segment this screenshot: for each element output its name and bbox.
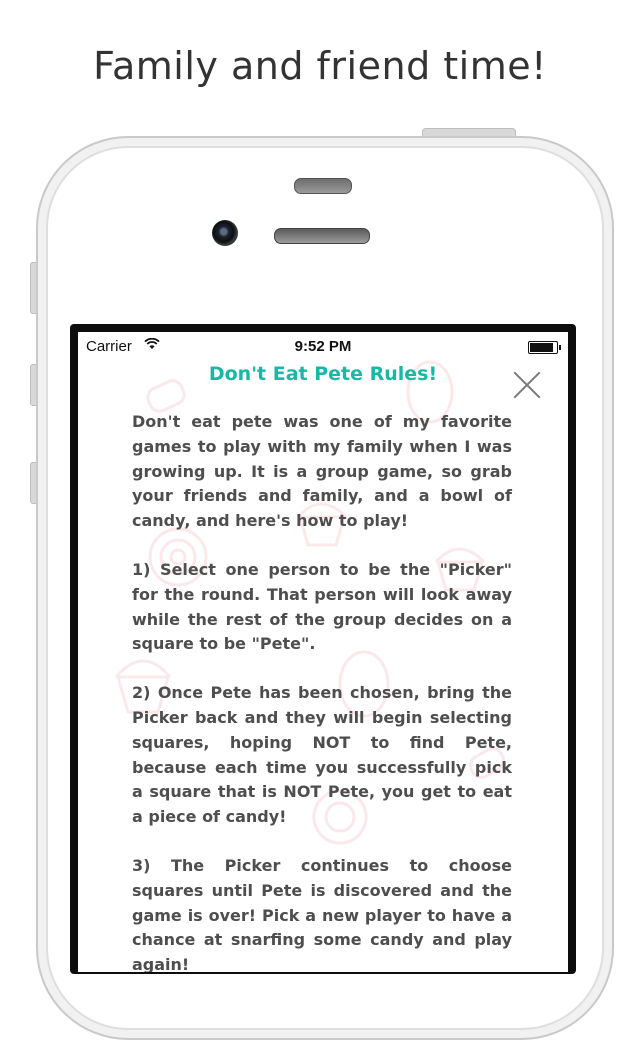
rules-text: Don't eat pete was one of my favorite ga… [132,410,512,972]
app-screen: Carrier 9:52 PM Don't Eat Pete Rules! Do… [78,332,568,972]
status-time: 9:52 PM [294,338,352,355]
battery-level [530,343,554,352]
rules-step-3: 3) The Picker continues to choose square… [132,855,512,972]
front-camera [212,220,238,246]
earpiece-speaker [274,228,370,244]
page-title: Don't Eat Pete Rules! [208,363,438,385]
battery-icon [528,341,561,354]
close-icon[interactable] [512,370,542,400]
status-bar: Carrier 9:52 PM [78,332,568,358]
rules-step-1: 1) Select one person to be the "Picker" … [132,559,512,654]
marketing-caption: Family and friend time! [93,44,547,88]
rules-step-2: 2) Once Pete has been chosen, bring the … [132,683,512,827]
proximity-sensor [294,178,352,194]
rules-intro-paragraph: Don't eat pete was one of my favorite ga… [132,412,512,531]
